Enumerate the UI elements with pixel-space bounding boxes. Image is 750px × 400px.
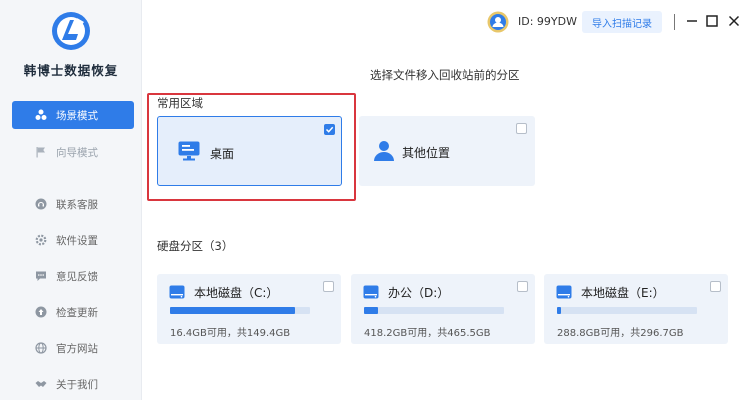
disk-checkbox[interactable] [710,281,721,292]
disk-icon [363,285,379,299]
disk-card-d[interactable]: 办公（D:） 418.2GB可用，共465.5GB [351,274,535,344]
disk-usage-bar [170,307,310,314]
disk-card-c[interactable]: 本地磁盘（C:） 16.4GB可用，共149.4GB [157,274,341,344]
location-card-label: 桌面 [210,147,235,161]
disk-name: 办公（D:） [388,286,450,300]
location-card-desktop[interactable]: 桌面 [157,116,342,186]
sidebar-item-label: 官方网站 [56,342,98,355]
headset-icon [34,197,48,211]
disk-name: 本地磁盘（C:） [194,286,279,300]
brand-logo [52,12,90,50]
user-icon [374,141,394,161]
header-divider [674,14,675,30]
user-id: ID: 99YDW [518,15,577,28]
sidebar-item-scene-mode[interactable]: 场景模式 [12,101,134,129]
disk-icon [169,285,185,299]
disk-info: 16.4GB可用，共149.4GB [170,328,291,339]
disk-icon [556,285,572,299]
update-icon [34,305,48,319]
app-window: 韩博士数据恢复 场景模式 向导模式 联系客服 软件设置 意见反馈 检查更新 官方… [0,0,750,400]
disk-usage-fill [557,307,562,314]
handshake-icon [34,377,48,391]
sidebar-item-label: 检查更新 [56,306,98,319]
sidebar-item-check-update[interactable]: 检查更新 [12,298,134,326]
location-card-other[interactable]: 其他位置 [359,116,535,186]
sidebar-item-label: 关于我们 [56,378,98,391]
sidebar-item-label: 联系客服 [56,198,98,211]
user-avatar[interactable] [487,11,509,33]
location-card-label: 其他位置 [402,146,451,160]
monitor-icon [178,141,200,161]
sidebar-item-contact[interactable]: 联系客服 [12,190,134,218]
disk-usage-fill [170,307,295,314]
sidebar: 韩博士数据恢复 场景模式 向导模式 联系客服 软件设置 意见反馈 检查更新 官方… [0,0,142,400]
sidebar-item-about[interactable]: 关于我们 [12,370,134,398]
sidebar-item-label: 软件设置 [56,234,98,247]
desktop-checkbox[interactable] [324,124,335,135]
disk-checkbox[interactable] [517,281,528,292]
sidebar-item-official-site[interactable]: 官方网站 [12,334,134,362]
feedback-icon [34,269,48,283]
import-scan-record-button[interactable]: 导入扫描记录 [582,11,662,33]
disk-section-title: 硬盘分区（3） [157,239,234,253]
disk-name: 本地磁盘（E:） [581,286,665,300]
maximize-icon[interactable] [704,13,720,29]
other-location-checkbox[interactable] [516,123,527,134]
disk-usage-bar [557,307,697,314]
sidebar-item-feedback[interactable]: 意见反馈 [12,262,134,290]
common-area-title: 常用区域 [157,96,203,110]
disk-info: 418.2GB可用，共465.5GB [364,328,491,339]
disk-card-e[interactable]: 本地磁盘（E:） 288.8GB可用，共296.7GB [544,274,728,344]
disk-info: 288.8GB可用，共296.7GB [557,328,684,339]
sidebar-item-label: 场景模式 [56,109,98,122]
sidebar-item-settings[interactable]: 软件设置 [12,226,134,254]
globe-icon [34,341,48,355]
flag-icon [34,145,48,159]
minimize-icon[interactable] [684,13,700,29]
disk-checkbox[interactable] [323,281,334,292]
checkmark-icon [325,126,334,133]
brand-name: 韩博士数据恢复 [23,63,119,78]
close-icon[interactable] [726,13,742,29]
gear-icon [34,233,48,247]
disk-usage-fill [364,307,378,314]
sidebar-item-label: 向导模式 [56,146,98,159]
sidebar-item-wizard-mode[interactable]: 向导模式 [12,138,134,166]
page-subtitle: 选择文件移入回收站前的分区 [370,68,520,82]
disk-usage-bar [364,307,504,314]
sidebar-item-label: 意见反馈 [56,270,98,283]
cluster-icon [34,108,48,122]
